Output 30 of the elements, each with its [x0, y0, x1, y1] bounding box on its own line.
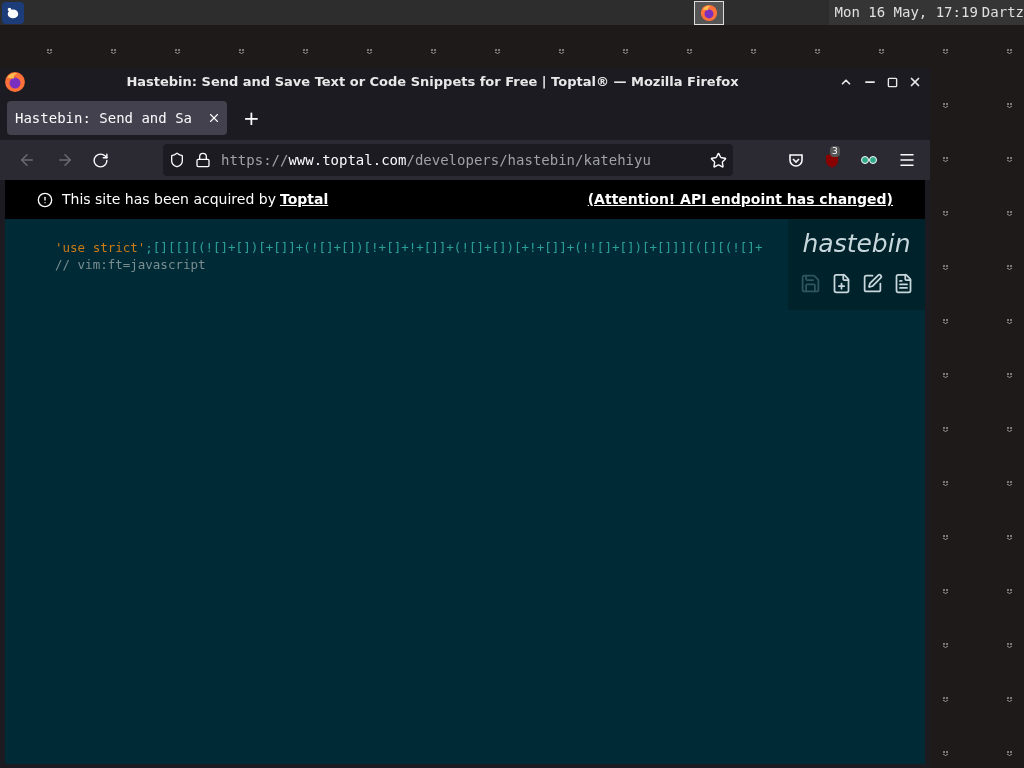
code-line: 'use strict';[][[][(![]+[])[+[]]+(![]+[])[!+[]+!+[]]+(![]+[])[+!+[]]+(!![]+[])[+[]]][([][(![]+ — [55, 239, 764, 256]
tab-title: Hastebin: Send and Sa — [15, 108, 193, 128]
bookmark-star-icon[interactable] — [710, 151, 727, 169]
info-icon — [37, 191, 53, 208]
lock-icon[interactable] — [195, 152, 211, 168]
taskbar-item[interactable] — [693, 0, 724, 25]
hastebin-logo: hastebin — [802, 229, 911, 259]
new-tab-button[interactable]: + — [235, 103, 268, 133]
clock: Mon 16 May, 17:19 — [834, 3, 978, 22]
address-bar[interactable]: https://www.toptal.com/developers/hastebin/katehiyu — [163, 144, 733, 176]
menu-icon[interactable] — [898, 151, 916, 169]
banner-text: This site has been acquired by — [62, 190, 276, 209]
restore-icon[interactable] — [887, 76, 898, 88]
close-icon[interactable] — [908, 75, 922, 89]
firefox-icon[interactable] — [4, 71, 26, 93]
code-comment: // vim:ft=javascript — [55, 256, 207, 273]
api-notice-link[interactable]: (Attention! API endpoint has changed) — [587, 189, 893, 210]
extension-badge: 3 — [830, 145, 840, 157]
window-title: Hastebin: Send and Save Text or Code Snippets for Free | Toptal® — Mozilla Firefox — [125, 73, 740, 92]
app-menu-button[interactable] — [2, 1, 24, 24]
pocket-icon[interactable] — [788, 152, 804, 168]
user-name: Dartz — [981, 3, 1024, 22]
edit-icon[interactable] — [861, 273, 883, 294]
firefox-icon[interactable] — [699, 3, 718, 22]
shield-icon[interactable] — [169, 152, 185, 168]
url-text: https://www.toptal.com/developers/hastebin/katehiyu — [221, 150, 652, 170]
browser-tab[interactable]: Hastebin: Send and Sa — [7, 101, 227, 135]
reload-icon[interactable] — [92, 151, 109, 169]
close-icon[interactable] — [207, 111, 221, 125]
toptal-link[interactable]: Toptal — [279, 189, 329, 210]
